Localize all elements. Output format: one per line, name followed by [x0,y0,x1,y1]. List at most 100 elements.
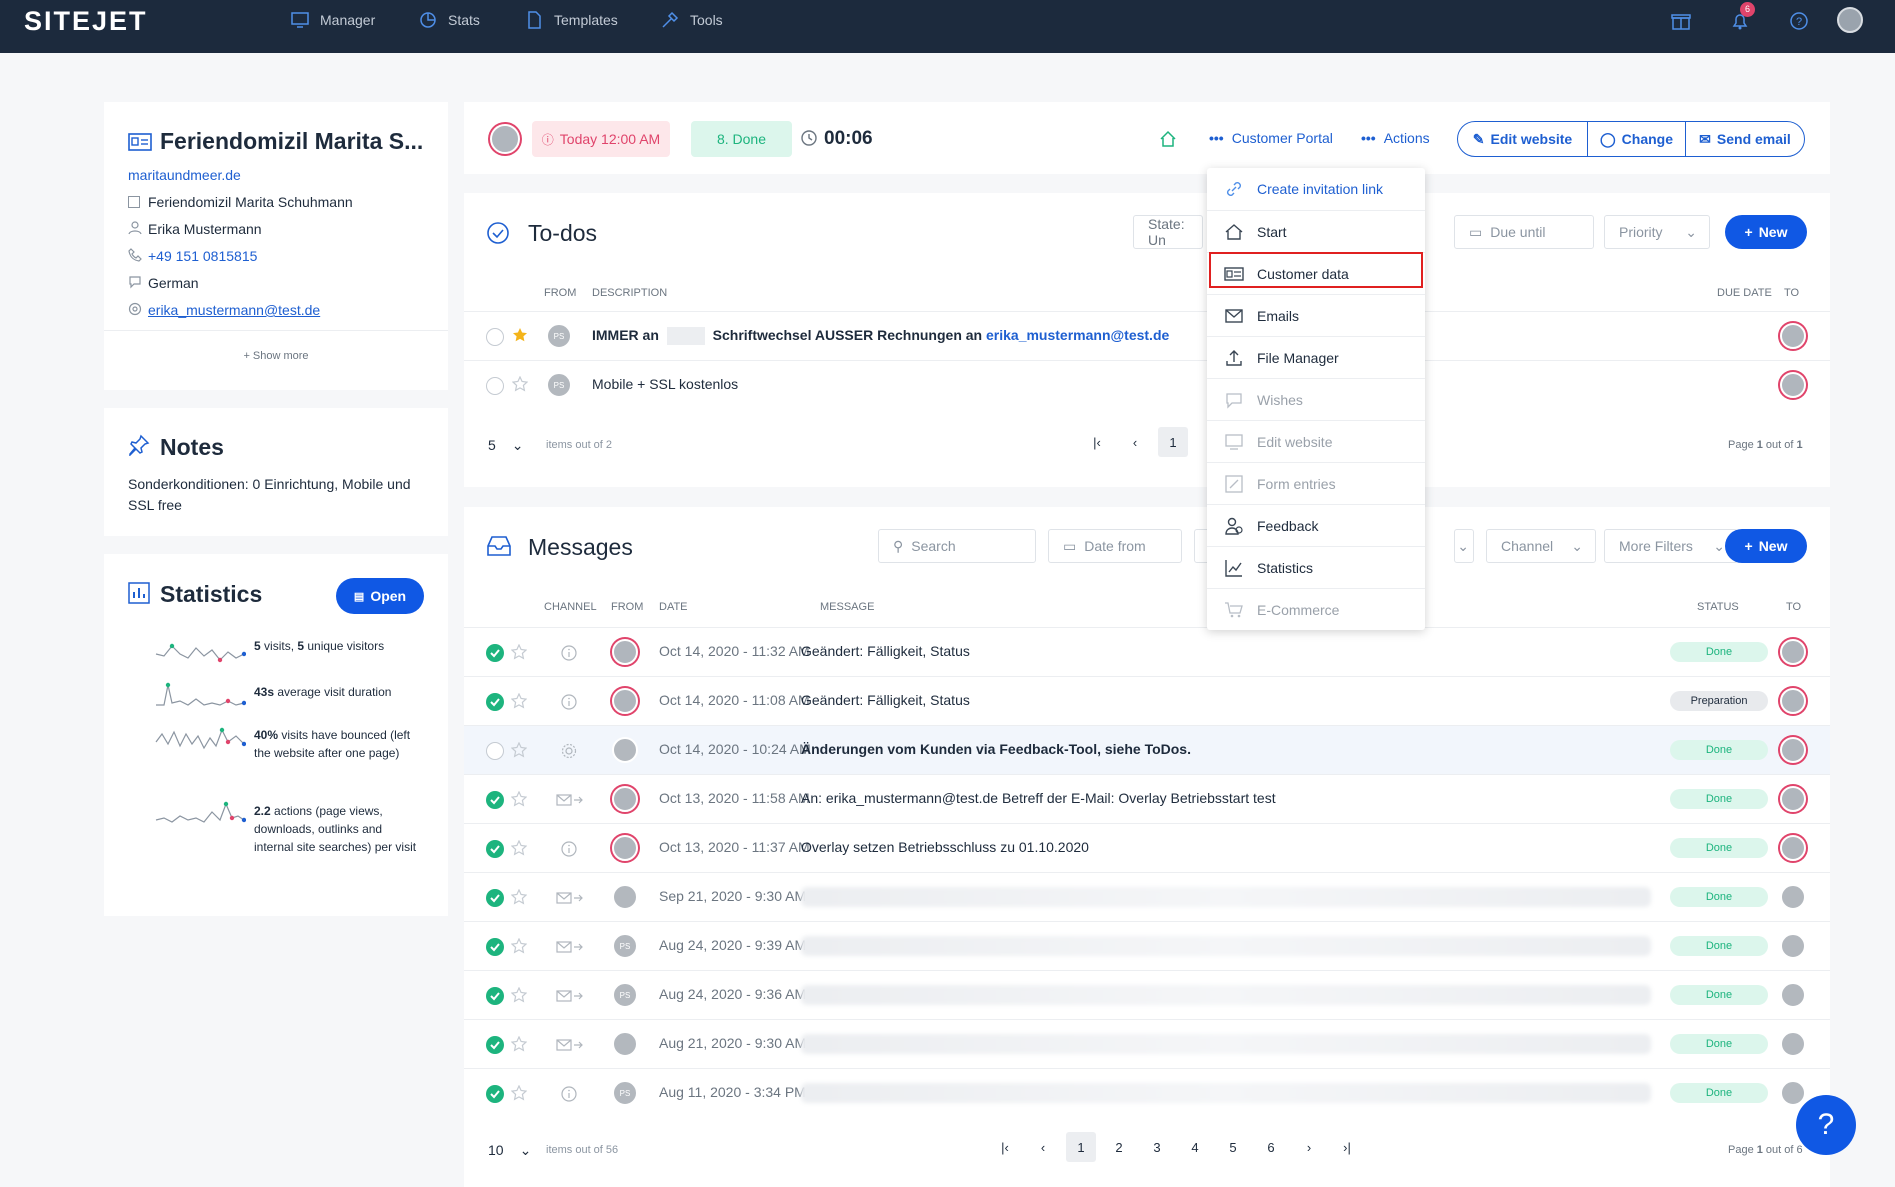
message-text[interactable]: Geändert: Fälligkeit, Status [801,643,970,659]
prev-page-button[interactable]: ‹ [1120,427,1150,457]
open-statistics-button[interactable]: ▤ Open [336,578,424,614]
new-message-button[interactable]: + New [1725,529,1807,563]
star-outline-icon[interactable] [511,840,527,856]
star-outline-icon[interactable] [511,1036,527,1052]
done-check-icon[interactable] [486,938,504,956]
timer-value[interactable]: 00:06 [824,128,873,150]
done-check-icon[interactable] [486,840,504,858]
message-row[interactable]: PS Aug 24, 2020 - 9:36 AM Done [464,970,1830,1019]
message-search-input[interactable]: ⚲ Search [878,529,1036,563]
star-outline-icon[interactable] [511,791,527,807]
menu-item-emails[interactable]: Emails [1207,294,1425,336]
page-button-3[interactable]: 3 [1142,1132,1172,1162]
last-page-button[interactable]: ›| [1332,1132,1362,1162]
todo-email-link[interactable]: erika_mustermann@test.de [986,327,1169,343]
customer-portal-menu[interactable]: ••• Customer Portal [1209,130,1333,146]
send-email-button[interactable]: ✉ Send email [1686,122,1804,156]
user-avatar[interactable] [1837,7,1863,33]
done-check-icon[interactable] [486,693,504,711]
change-button[interactable]: ◯ Change [1588,122,1686,156]
undone-check-icon[interactable] [486,742,504,760]
help-icon[interactable]: ? [1788,10,1810,32]
page-button-4[interactable]: 4 [1180,1132,1210,1162]
menu-item-edit-website[interactable]: Edit website [1207,420,1425,462]
home-icon[interactable] [1159,130,1177,148]
done-check-icon[interactable] [486,644,504,662]
todo-state-filter[interactable]: State: Un [1133,215,1203,249]
page-button-1[interactable]: 1 [1066,1132,1096,1162]
help-chat-button[interactable]: ? [1796,1095,1856,1155]
star-outline-icon[interactable] [511,742,527,758]
done-check-icon[interactable] [486,1085,504,1103]
edit-website-button[interactable]: ✎ Edit website [1458,122,1588,156]
menu-item-form-entries[interactable]: Form entries [1207,462,1425,504]
actions-menu-toggle[interactable]: ••• Actions [1361,130,1430,146]
menu-item-create-invitation-link[interactable]: Create invitation link [1207,168,1425,210]
prev-page-button[interactable]: ‹ [1028,1132,1058,1162]
project-status-chip[interactable]: 8. Done [691,121,792,157]
menu-item-start[interactable]: Start [1207,210,1425,252]
nav-templates[interactable]: Templates [524,10,618,30]
todo-row[interactable]: PS IMMER an Schriftwechsel AUSSER Rechnu… [464,311,1830,360]
menu-item-e-commerce[interactable]: E-Commerce [1207,588,1425,630]
done-check-icon[interactable] [486,889,504,907]
done-check-icon[interactable] [486,791,504,809]
message-row[interactable]: Oct 14, 2020 - 10:24 AM Änderungen vom Ku… [464,725,1830,774]
page-button-5[interactable]: 5 [1218,1132,1248,1162]
message-text[interactable]: Änderungen vom Kunden via Feedback-Tool,… [801,741,1191,757]
todo-due-until-filter[interactable]: ▭ Due until [1454,215,1594,249]
customer-website-link[interactable]: maritaundmeer.de [128,167,241,183]
new-todo-button[interactable]: + New [1725,215,1807,249]
todo-complete-checkbox[interactable] [486,377,504,395]
todo-per-page-select[interactable]: 5 ⌄ [488,437,524,454]
star-outline-icon[interactable] [511,987,527,1003]
menu-item-wishes[interactable]: Wishes [1207,378,1425,420]
menu-item-file-manager[interactable]: File Manager [1207,336,1425,378]
todo-description[interactable]: IMMER an Schriftwechsel AUSSER Rechnunge… [592,327,1169,346]
due-date-chip[interactable]: ⓘ Today 12:00 AM [532,121,670,157]
star-outline-icon[interactable] [511,938,527,954]
message-row[interactable]: PS Aug 11, 2020 - 3:34 PM Done [464,1068,1830,1117]
first-page-button[interactable]: |‹ [990,1132,1020,1162]
page-button-2[interactable]: 2 [1104,1132,1134,1162]
star-outline-icon[interactable] [511,693,527,709]
message-more-filters[interactable]: More Filters ⌄ [1604,529,1738,563]
message-row[interactable]: PS Aug 24, 2020 - 9:39 AM Done [464,921,1830,970]
message-per-page-select[interactable]: 10 ⌄ [488,1142,531,1159]
message-text[interactable]: Geändert: Fälligkeit, Status [801,692,970,708]
nav-manager[interactable]: Manager [290,10,375,30]
show-more-link[interactable]: + Show more [104,350,448,362]
star-outline-icon[interactable] [511,889,527,905]
todo-row[interactable]: PS Mobile + SSL kostenlos [464,360,1830,409]
message-row[interactable]: Oct 13, 2020 - 11:37 AM Overlay setzen Be… [464,823,1830,872]
menu-item-customer-data[interactable]: Customer data [1207,252,1425,294]
message-channel-filter[interactable]: Channel ⌄ [1486,529,1596,563]
done-check-icon[interactable] [486,1036,504,1054]
message-row[interactable]: Oct 13, 2020 - 11:58 AM An: erika_musterm… [464,774,1830,823]
star-outline-icon[interactable] [511,1085,527,1101]
star-filled-icon[interactable] [512,327,528,343]
menu-item-feedback[interactable]: Feedback [1207,504,1425,546]
next-page-button[interactable]: › [1294,1132,1324,1162]
nav-stats[interactable]: Stats [418,10,480,30]
customer-phone-link[interactable]: +49 151 0815815 [148,248,257,264]
message-type-filter[interactable]: ⌄ [1454,529,1474,563]
message-row[interactable]: Oct 14, 2020 - 11:08 AM Geändert: Fälligk… [464,676,1830,725]
todo-priority-filter[interactable]: Priority ⌄ [1604,215,1710,249]
blurred-message[interactable] [801,985,1651,1005]
message-row[interactable]: Oct 14, 2020 - 11:32 AM Geändert: Fälligk… [464,627,1830,676]
message-text[interactable]: An: erika_mustermann@test.de Betreff der… [801,790,1276,806]
page-button[interactable]: 1 [1158,427,1188,457]
blurred-message[interactable] [801,936,1651,956]
message-row[interactable]: Aug 21, 2020 - 9:30 AM Done [464,1019,1830,1068]
message-text[interactable]: Overlay setzen Betriebsschluss zu 01.10.… [801,839,1089,855]
message-row[interactable]: Sep 21, 2020 - 9:30 AM Done [464,872,1830,921]
todo-complete-checkbox[interactable] [486,328,504,346]
assignee-avatar[interactable] [490,124,520,154]
blurred-message[interactable] [801,1083,1651,1103]
gift-icon[interactable] [1670,10,1692,32]
blurred-message[interactable] [801,1034,1651,1054]
first-page-button[interactable]: |‹ [1082,427,1112,457]
page-button-6[interactable]: 6 [1256,1132,1286,1162]
star-outline-icon[interactable] [512,376,528,392]
